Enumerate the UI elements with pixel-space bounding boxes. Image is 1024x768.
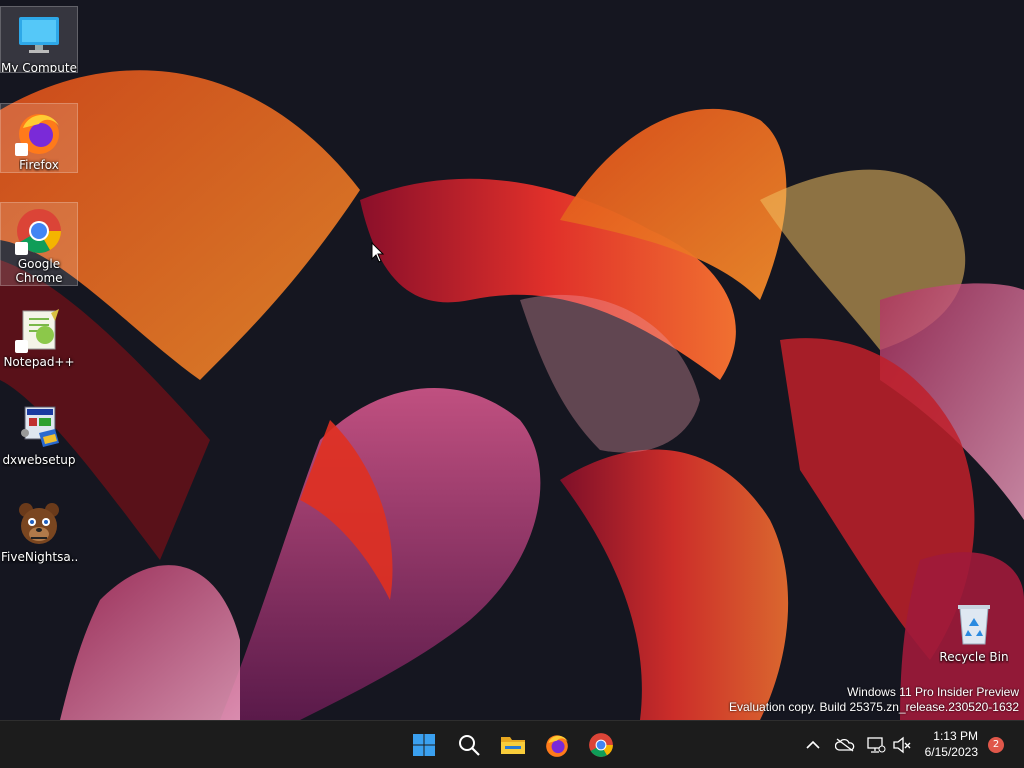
desktop-icon-label: Google Chrome <box>15 257 63 285</box>
freddy-icon <box>15 500 63 548</box>
search-icon <box>459 735 480 756</box>
watermark-edition: Windows 11 Pro Insider Preview <box>847 685 1019 699</box>
desktop-icon-chrome[interactable]: Google Chrome <box>0 202 78 286</box>
volume-tray-button[interactable] <box>892 735 912 755</box>
taskbar-firefox[interactable] <box>539 727 575 763</box>
shortcut-arrow-icon <box>15 340 28 353</box>
network-icon <box>867 737 886 753</box>
network-tray-button[interactable] <box>866 735 886 755</box>
onedrive-tray-button[interactable] <box>835 735 855 755</box>
desktop-icon-dxwebsetup[interactable]: dxwebsetup <box>0 398 78 468</box>
shortcut-arrow-icon <box>15 242 28 255</box>
volume-muted-icon <box>893 736 911 754</box>
onedrive-offline-icon <box>835 738 855 752</box>
mouse-pointer-icon <box>371 242 385 263</box>
notepadpp-icon <box>15 305 63 353</box>
taskbar-search-button[interactable] <box>451 727 487 763</box>
shortcut-arrow-icon <box>15 143 28 156</box>
desktop-wallpaper <box>0 0 1024 720</box>
desktop-icon-label: My Computer <box>1 61 77 72</box>
show-hidden-icons-button[interactable] <box>803 735 823 755</box>
clock-date: 6/15/2023 <box>924 745 978 759</box>
firefox-icon <box>15 108 63 156</box>
desktop-icon-fnaf[interactable]: FiveNightsa... <box>0 495 78 565</box>
evaluation-watermark: Windows 11 Pro Insider Preview Evaluatio… <box>729 685 1019 715</box>
firefox-icon <box>546 735 568 757</box>
desktop-icon-my-computer[interactable]: My Computer <box>0 6 78 73</box>
desktop-icon-label: Firefox <box>19 158 59 172</box>
folder-icon <box>501 737 525 754</box>
taskbar: 1:13 PM 6/15/2023 2 <box>0 720 1024 768</box>
desktop-icon-label: dxwebsetup <box>2 453 76 467</box>
chevron-up-icon <box>806 740 820 749</box>
chrome-icon <box>589 733 613 757</box>
taskbar-chrome[interactable] <box>583 727 619 763</box>
notification-badge[interactable]: 2 <box>988 737 1004 753</box>
watermark-build: Evaluation copy. Build 25375.zn_release.… <box>729 700 1019 714</box>
desktop-icon-label: FiveNightsa... <box>1 550 77 564</box>
windows-logo-icon <box>413 734 435 756</box>
desktop-icon-label: Recycle Bin <box>939 650 1009 664</box>
desktop-icon-label: Notepad++ <box>3 355 75 369</box>
start-button[interactable] <box>406 727 442 763</box>
installer-icon <box>15 403 63 451</box>
desktop-icon-firefox[interactable]: Firefox <box>0 103 78 173</box>
desktop-icon-recycle-bin[interactable]: Recycle Bin <box>924 595 1024 665</box>
taskbar-file-explorer[interactable] <box>495 727 531 763</box>
clock-time: 1:13 PM <box>933 729 978 743</box>
desktop-icon-notepadpp[interactable]: Notepad++ <box>0 300 78 370</box>
recycle-bin-icon <box>950 600 998 648</box>
clock-button[interactable]: 1:13 PM 6/15/2023 <box>925 728 978 760</box>
chrome-icon <box>15 207 63 255</box>
monitor-icon <box>15 11 63 59</box>
